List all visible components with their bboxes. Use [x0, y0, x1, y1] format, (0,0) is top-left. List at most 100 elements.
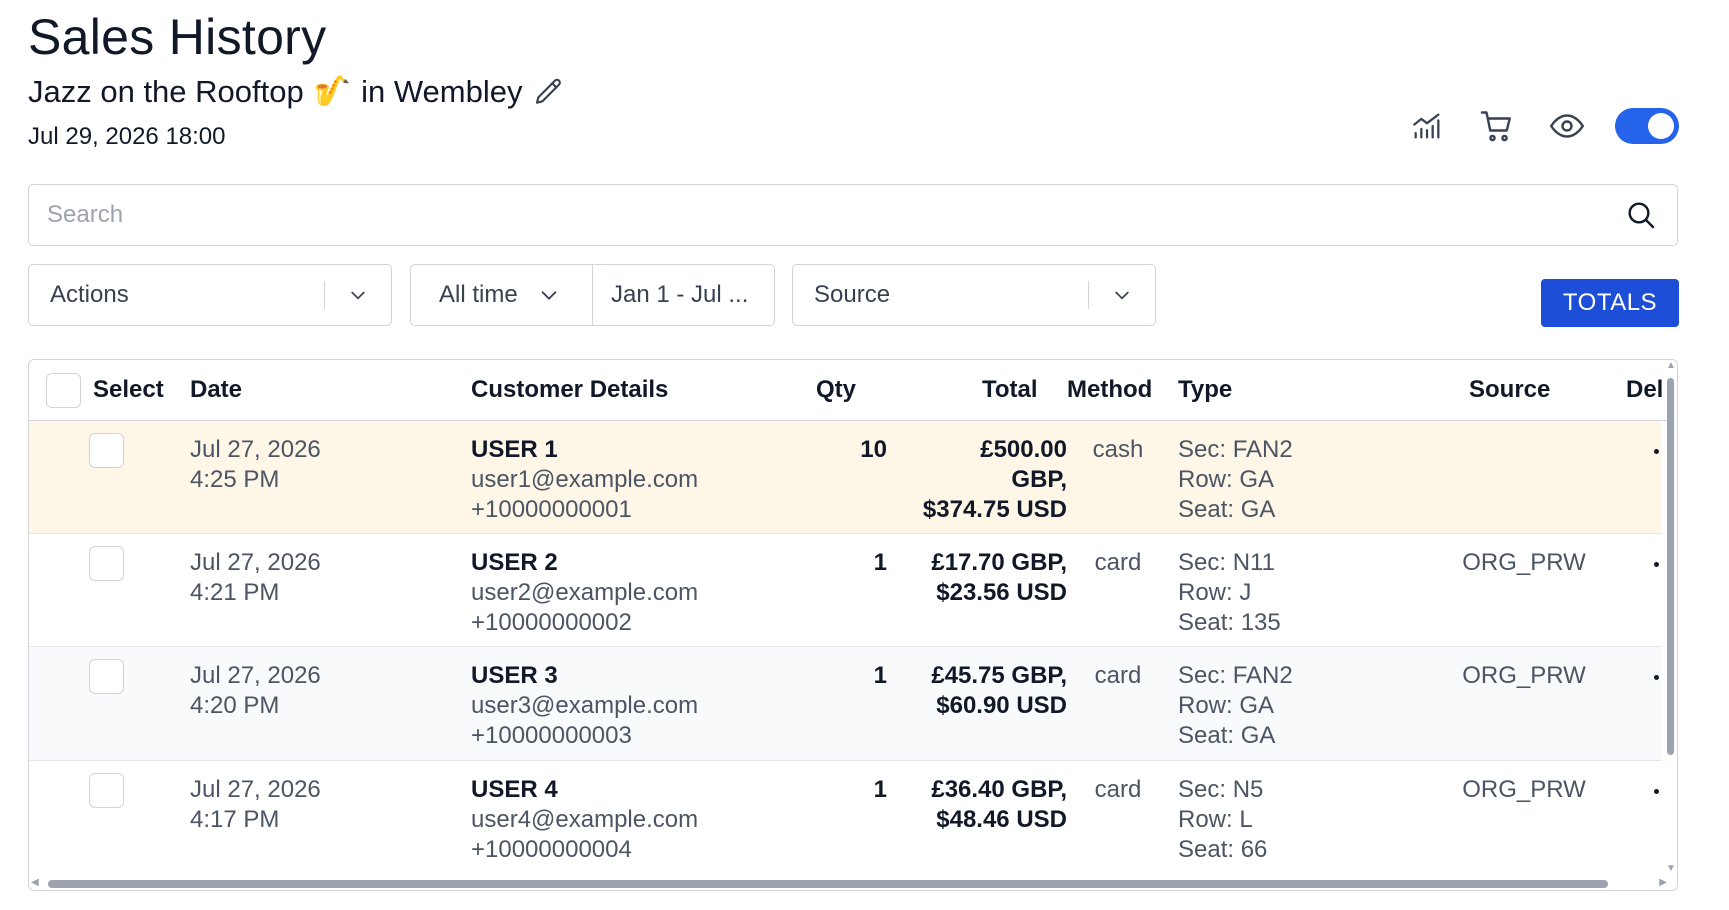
row-checkbox[interactable]: [89, 773, 124, 808]
type-sec: Sec: FAN2: [1178, 436, 1293, 463]
type-seat: Seat: GA: [1178, 496, 1276, 523]
customer-email: user3@example.com: [471, 692, 699, 719]
eye-icon[interactable]: [1545, 104, 1589, 148]
search-bar: [28, 184, 1678, 246]
time-range-dropdown[interactable]: All time: [411, 265, 593, 325]
source-cell: ORG_PRW: [1462, 776, 1586, 803]
customer-name: USER 1: [471, 436, 558, 463]
table-header: Select Date Customer Details Qty Total M…: [29, 360, 1669, 421]
date-cell: Jul 27, 2026 4:20 PM: [190, 661, 321, 721]
total-line: £45.75 GBP,: [931, 662, 1067, 689]
table-row[interactable]: Jul 27, 2026 4:21 PM USER 2 user2@example.c…: [29, 534, 1662, 647]
table-row[interactable]: Jul 27, 2026 4:25 PM USER 1 user1@example.c…: [29, 421, 1662, 534]
sale-date: Jul 27, 2026: [190, 662, 321, 689]
scroll-right-arrow[interactable]: ▶: [1659, 878, 1667, 888]
header-date[interactable]: Date: [190, 376, 242, 404]
row-checkbox[interactable]: [89, 546, 124, 581]
row-menu-icon[interactable]: [1654, 675, 1659, 680]
type-row: Row: L: [1178, 806, 1253, 833]
type-seat: Seat: GA: [1178, 722, 1276, 749]
event-venue: in Wembley: [361, 74, 523, 109]
header-source[interactable]: Source: [1469, 376, 1550, 404]
total-cell: £17.70 GBP, $23.56 USD: [879, 548, 1067, 608]
customer-email: user2@example.com: [471, 579, 699, 606]
totals-button[interactable]: TOTALS: [1541, 279, 1679, 327]
sales-table: Select Date Customer Details Qty Total M…: [28, 359, 1678, 891]
type-row: Row: GA: [1178, 692, 1275, 719]
sale-date: Jul 27, 2026: [190, 776, 321, 803]
source-cell: ORG_PRW: [1462, 662, 1586, 689]
type-row: Row: GA: [1178, 466, 1275, 493]
date-cell: Jul 27, 2026 4:25 PM: [190, 435, 321, 495]
cart-icon[interactable]: [1475, 104, 1519, 148]
visibility-toggle[interactable]: [1615, 108, 1679, 144]
filters-row: Actions All time Jan 1 - Jul ... Source: [28, 264, 1678, 326]
scroll-left-arrow[interactable]: ◀: [31, 878, 39, 888]
chevron-down-icon: [541, 291, 557, 300]
actions-label: Actions: [50, 281, 129, 308]
type-cell: Sec: FAN2 Row: GA Seat: GA: [1178, 661, 1293, 751]
table-row[interactable]: Jul 27, 2026 4:20 PM USER 3 user3@example.c…: [29, 647, 1662, 761]
source-select[interactable]: Source: [792, 264, 1156, 326]
header-total[interactable]: Total: [982, 376, 1038, 404]
total-cell: £500.00 GBP, $374.75 USD: [879, 435, 1067, 525]
customer-phone: +10000000002: [471, 609, 632, 636]
vertical-scrollbar[interactable]: ▲ ▼: [1663, 360, 1677, 890]
toolbar: [1405, 104, 1679, 148]
customer-cell: USER 2 user2@example.com +10000000002: [471, 548, 698, 638]
scroll-thumb[interactable]: [1667, 378, 1674, 755]
actions-select[interactable]: Actions: [28, 264, 392, 326]
date-range-picker[interactable]: Jan 1 - Jul ...: [593, 281, 774, 309]
chevron-down-icon: [325, 285, 391, 305]
scroll-thumb[interactable]: [48, 880, 1608, 888]
sale-date: Jul 27, 2026: [190, 549, 321, 576]
total-line: $374.75 USD: [922, 496, 1067, 523]
type-sec: Sec: N5: [1178, 776, 1264, 803]
qty-cell: 1: [873, 662, 887, 689]
table-row[interactable]: Jul 27, 2026 4:17 PM USER 4 user4@example.c…: [29, 761, 1662, 890]
method-cell: card: [1094, 662, 1142, 689]
total-line: $23.56 USD: [936, 579, 1067, 606]
row-checkbox[interactable]: [89, 433, 124, 468]
event-name: Jazz on the Rooftop: [28, 74, 304, 109]
event-subtitle: Jazz on the Rooftop 🎷 in Wembley: [28, 74, 566, 110]
customer-email: user1@example.com: [471, 466, 699, 493]
search-input[interactable]: [47, 201, 1623, 229]
header-customer[interactable]: Customer Details: [471, 376, 668, 404]
toggle-knob: [1648, 113, 1674, 139]
total-line: £36.40 GBP,: [931, 776, 1067, 803]
chart-icon[interactable]: [1405, 104, 1449, 148]
customer-name: USER 3: [471, 662, 558, 689]
edit-pencil-icon[interactable]: [532, 75, 566, 109]
row-menu-icon[interactable]: [1654, 789, 1659, 794]
search-icon[interactable]: [1623, 197, 1659, 233]
customer-phone: +10000000001: [471, 496, 632, 523]
row-menu-icon[interactable]: [1654, 562, 1659, 567]
scroll-up-arrow[interactable]: ▲: [1666, 361, 1676, 371]
customer-phone: +10000000003: [471, 722, 632, 749]
select-all-checkbox[interactable]: [46, 373, 81, 408]
row-menu-icon[interactable]: [1654, 449, 1659, 454]
customer-name: USER 2: [471, 549, 558, 576]
horizontal-scrollbar[interactable]: ◀ ▶: [29, 876, 1669, 890]
type-cell: Sec: N11 Row: J Seat: 135: [1178, 548, 1281, 638]
time-range-select: All time Jan 1 - Jul ...: [410, 264, 775, 326]
scroll-down-arrow[interactable]: ▼: [1666, 864, 1676, 874]
type-seat: Seat: 66: [1178, 836, 1268, 863]
customer-email: user4@example.com: [471, 806, 699, 833]
sale-time: 4:21 PM: [190, 579, 280, 606]
sale-time: 4:20 PM: [190, 692, 280, 719]
row-checkbox[interactable]: [89, 659, 124, 694]
total-line: £17.70 GBP,: [931, 549, 1067, 576]
sale-time: 4:25 PM: [190, 466, 280, 493]
qty-cell: 1: [873, 776, 887, 803]
total-cell: £36.40 GBP, $48.46 USD: [879, 775, 1067, 835]
customer-cell: USER 4 user4@example.com +10000000004: [471, 775, 698, 865]
header-type[interactable]: Type: [1178, 376, 1232, 404]
date-cell: Jul 27, 2026 4:21 PM: [190, 548, 321, 608]
total-cell: £45.75 GBP, $60.90 USD: [879, 661, 1067, 721]
saxophone-emoji: 🎷: [313, 75, 352, 108]
header-qty[interactable]: Qty: [816, 376, 856, 404]
header-method[interactable]: Method: [1067, 376, 1152, 404]
qty-cell: 10: [860, 436, 887, 463]
